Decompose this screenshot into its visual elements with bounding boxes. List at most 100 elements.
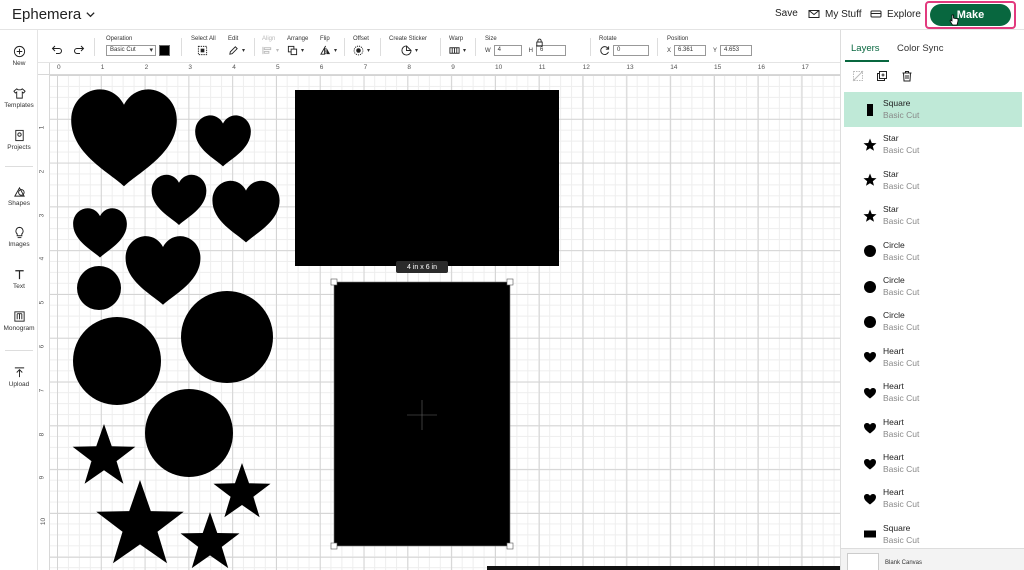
layer-row[interactable]: Star Basic Cut bbox=[844, 198, 1022, 233]
save-button[interactable]: Save bbox=[775, 8, 798, 19]
color-swatch[interactable] bbox=[159, 45, 170, 56]
circle-shape[interactable] bbox=[73, 317, 161, 405]
toolbar-separator bbox=[590, 38, 591, 56]
position-y-input[interactable]: 4.653 bbox=[720, 45, 753, 56]
align-group[interactable]: Align ▾ bbox=[262, 36, 279, 56]
heart-layer-icon bbox=[864, 458, 876, 470]
pencil-icon bbox=[229, 46, 238, 55]
layer-row[interactable]: Square Basic Cut bbox=[844, 92, 1022, 128]
layer-row[interactable]: Heart Basic Cut bbox=[844, 481, 1022, 516]
star-shape[interactable] bbox=[213, 463, 271, 518]
toolbar-separator bbox=[254, 38, 255, 56]
offset-group[interactable]: Offset ▾ bbox=[353, 36, 370, 56]
make-button[interactable]: Make bbox=[930, 4, 1011, 26]
layer-row[interactable]: Star Basic Cut bbox=[844, 127, 1022, 162]
create-sticker-group[interactable]: Create Sticker ▾ bbox=[389, 36, 427, 56]
width-input[interactable]: 4 bbox=[493, 45, 522, 56]
layer-row[interactable]: Heart Basic Cut bbox=[844, 340, 1022, 375]
flip-icon bbox=[320, 45, 331, 56]
rotate-input[interactable]: 0 bbox=[613, 45, 649, 56]
duplicate-icon[interactable] bbox=[876, 70, 888, 82]
heart-shape[interactable] bbox=[125, 236, 201, 305]
toolbar-separator bbox=[475, 38, 476, 56]
tab-color-sync[interactable]: Color Sync bbox=[897, 43, 943, 54]
design-canvas[interactable]: 4 in x 6 in bbox=[50, 75, 840, 570]
ruler-top-label: 12 bbox=[582, 64, 590, 71]
project-title-menu[interactable]: Ephemera bbox=[12, 6, 96, 23]
layer-operation: Basic Cut bbox=[883, 463, 920, 474]
toolbar-separator bbox=[94, 38, 95, 56]
layer-name: Heart bbox=[883, 487, 904, 498]
explore-button[interactable]: Explore bbox=[870, 8, 921, 20]
card-icon bbox=[870, 10, 882, 18]
rail-monogram[interactable]: Monogram bbox=[0, 310, 38, 332]
heart-shape[interactable] bbox=[195, 115, 251, 167]
star-shape[interactable] bbox=[96, 480, 184, 564]
undo-icon[interactable] bbox=[51, 43, 63, 55]
operation-select[interactable]: Basic Cut bbox=[106, 45, 156, 56]
layer-name: Star bbox=[883, 168, 899, 179]
heart-shape[interactable] bbox=[73, 208, 127, 258]
heart-shape[interactable] bbox=[71, 89, 177, 187]
layer-name: Circle bbox=[883, 239, 905, 250]
wide-rectangle-shape[interactable] bbox=[295, 90, 559, 266]
rail-projects[interactable]: Projects bbox=[0, 129, 38, 151]
rail-new[interactable]: New bbox=[0, 45, 38, 67]
layer-operation: Basic Cut bbox=[883, 251, 920, 262]
layer-operation: Basic Cut bbox=[883, 499, 920, 510]
rail-text[interactable]: Text bbox=[0, 268, 38, 290]
warp-group[interactable]: Warp ▾ bbox=[449, 36, 466, 56]
ruler-top-label: 10 bbox=[495, 64, 503, 71]
size-group: Size W 4 H 6 bbox=[485, 36, 567, 56]
layers-panel: Layers Color Sync Square Basic Cut Star Bas… bbox=[840, 30, 1024, 570]
ruler-top: 0 1 2 3 4 5 6 7 8 9 10 11 12 13 14 15 16 17 bbox=[50, 63, 840, 75]
ungroup-icon[interactable] bbox=[852, 70, 864, 82]
star-shape[interactable] bbox=[180, 512, 240, 569]
layer-row[interactable]: Square Basic Cut bbox=[844, 517, 1022, 552]
layer-row[interactable]: Heart Basic Cut bbox=[844, 446, 1022, 481]
circle-shape[interactable] bbox=[145, 389, 233, 477]
layer-row[interactable]: Circle Basic Cut bbox=[844, 269, 1022, 304]
redo-icon[interactable] bbox=[73, 43, 85, 55]
layer-row[interactable]: Circle Basic Cut bbox=[844, 304, 1022, 339]
design-space-app: Ephemera Save My Stuff Explore Make New … bbox=[0, 0, 1024, 570]
ruler-left-label: 9 bbox=[38, 476, 46, 480]
ruler-left-label: 5 bbox=[38, 300, 46, 305]
rail-images[interactable]: Images bbox=[0, 226, 38, 248]
layer-operation: Basic Cut bbox=[883, 110, 920, 120]
ruler-left-label: 7 bbox=[38, 388, 46, 393]
select-all-group[interactable]: Select All bbox=[191, 36, 216, 56]
lock-icon[interactable] bbox=[535, 38, 544, 47]
ruler-top-label: 15 bbox=[714, 64, 722, 71]
layer-row[interactable]: Circle Basic Cut bbox=[844, 234, 1022, 269]
heart-shape[interactable] bbox=[151, 174, 207, 225]
rail-templates[interactable]: Templates bbox=[0, 87, 38, 109]
star-layer-icon bbox=[863, 173, 877, 187]
position-x-input[interactable]: 6.361 bbox=[674, 45, 707, 56]
layer-row[interactable]: Heart Basic Cut bbox=[844, 375, 1022, 410]
flip-group[interactable]: Flip ▾ bbox=[320, 36, 337, 56]
circle-shape[interactable] bbox=[77, 266, 121, 310]
layer-name: Star bbox=[883, 133, 899, 144]
tab-layers[interactable]: Layers bbox=[851, 43, 880, 54]
upload-icon bbox=[14, 367, 24, 378]
heart-layer-icon bbox=[864, 423, 876, 434]
ruler-left: 1 2 3 4 5 6 7 8 9 10 bbox=[38, 75, 50, 570]
my-stuff-button[interactable]: My Stuff bbox=[808, 8, 862, 20]
ruler-top-label: 13 bbox=[626, 64, 634, 71]
star-shape[interactable] bbox=[72, 424, 136, 484]
ruler-top-label: 6 bbox=[319, 64, 324, 71]
layer-row[interactable]: Star Basic Cut bbox=[844, 163, 1022, 198]
sticker-icon bbox=[401, 45, 412, 56]
circle-shape[interactable] bbox=[181, 291, 273, 383]
rail-shapes[interactable]: Shapes bbox=[0, 185, 38, 207]
trash-icon[interactable] bbox=[901, 70, 913, 82]
blank-canvas-layer[interactable]: Blank Canvas bbox=[841, 548, 1024, 570]
heart-shape[interactable] bbox=[212, 180, 280, 243]
edit-group[interactable]: Edit ▾ bbox=[228, 36, 245, 56]
operation-group: Operation Basic Cut bbox=[106, 36, 170, 56]
rail-upload[interactable]: Upload bbox=[0, 366, 38, 388]
arrange-group[interactable]: Arrange ▾ bbox=[287, 36, 308, 56]
blank-canvas-thumbnail bbox=[847, 553, 879, 570]
layer-row[interactable]: Heart Basic Cut bbox=[844, 411, 1022, 446]
